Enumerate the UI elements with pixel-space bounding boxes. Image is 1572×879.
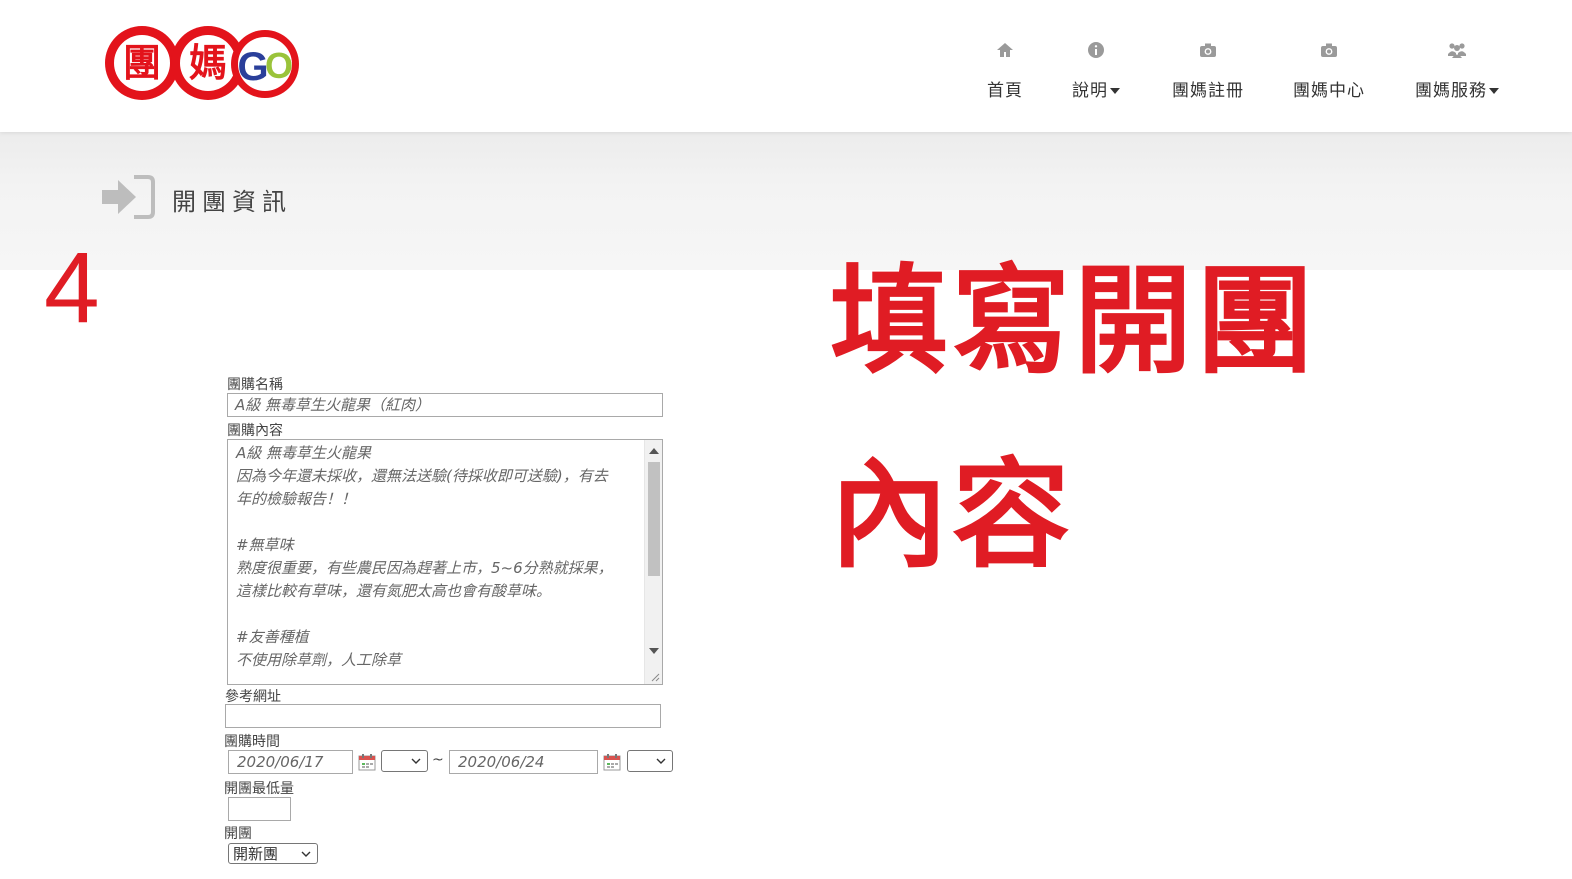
content-line: 因為今年還未採收，還無法送驗(待採收即可送驗)，有去 [236, 467, 608, 485]
logo[interactable]: 團 媽 G O [103, 24, 303, 102]
start-date-input[interactable]: 2020/06/17 [228, 750, 353, 774]
caret-down-icon [1489, 88, 1499, 94]
group-name-label: 團購名稱 [227, 377, 283, 393]
site-header: 團 媽 G O 首頁 說明 團媽註冊 團媽中心 團媽服務 [0, 0, 1572, 132]
nav-item-help[interactable]: 說明 [1072, 40, 1120, 101]
content-line: 年的檢驗報告！！ [236, 490, 357, 508]
users-icon [1448, 43, 1466, 58]
minimum-quantity-input[interactable] [228, 797, 291, 821]
nav-item-services[interactable]: 團媽服務 [1415, 40, 1499, 101]
group-content-textarea[interactable]: A級 無毒草生火龍果 因為今年還未採收，還無法送驗(待採收即可送驗)，有去 年的… [227, 439, 663, 685]
open-group-value: 開新團 [233, 845, 279, 863]
reference-url-input[interactable] [225, 704, 661, 728]
nav-label: 團媽中心 [1293, 81, 1365, 101]
nav-item-register[interactable]: 團媽註冊 [1172, 40, 1244, 101]
chevron-down-icon [656, 758, 666, 764]
group-content-label: 團購內容 [227, 423, 283, 439]
chevron-down-icon [411, 758, 421, 764]
home-icon [997, 43, 1013, 57]
group-time-label: 團購時間 [224, 734, 280, 750]
nav-label: 團媽註冊 [1172, 81, 1244, 101]
open-group-select[interactable]: 開新團 [228, 843, 318, 864]
sign-in-icon [102, 175, 155, 219]
scroll-thumb[interactable] [648, 462, 660, 576]
annotation-line-1: 填寫開團 [830, 252, 1319, 390]
camera-icon [1200, 43, 1216, 57]
nav-label: 首頁 [987, 81, 1023, 101]
resize-grip-icon[interactable] [650, 672, 660, 682]
content-line [236, 603, 636, 626]
content-lines: A級 無毒草生火龍果 因為今年還未採收，還無法送驗(待採收即可送驗)，有去 年的… [236, 442, 636, 672]
textarea-scrollbar[interactable] [644, 440, 662, 684]
step-number-annotation: 4 [44, 232, 100, 344]
content-line: A級 無毒草生火龍果 [236, 444, 372, 462]
info-icon [1088, 42, 1104, 58]
open-group-label: 開團 [224, 826, 252, 842]
group-name-value: A級 無毒草生火龍果（紅肉） [235, 396, 431, 414]
svg-text:媽: 媽 [189, 41, 227, 85]
content-line: 熟度很重要，有些農民因為趕著上市，5~6分熟就採果， [236, 559, 613, 577]
scroll-down-arrow-icon[interactable] [649, 648, 659, 654]
calendar-icon[interactable] [357, 752, 377, 772]
content-line: 這樣比較有草味，還有氮肥太高也會有酸草味。 [236, 582, 552, 600]
content-line: #無草味 [236, 536, 294, 554]
content-line [236, 511, 636, 534]
svg-text:O: O [265, 45, 293, 86]
date-range-separator: ~ [432, 752, 444, 768]
page-title: 開團資訊 [172, 188, 292, 216]
chevron-down-icon [301, 851, 311, 857]
nav-item-center[interactable]: 團媽中心 [1293, 40, 1365, 101]
start-date-value: 2020/06/17 [237, 753, 324, 771]
nav-label: 團媽服務 [1415, 81, 1487, 101]
end-date-value: 2020/06/24 [458, 753, 545, 771]
nav-label: 說明 [1072, 81, 1108, 101]
content-line: 不使用除草劑，人工除草 [236, 651, 402, 669]
group-name-input[interactable]: A級 無毒草生火龍果（紅肉） [227, 393, 663, 417]
svg-text:G: G [237, 45, 268, 89]
start-time-select[interactable] [381, 750, 428, 772]
end-time-select[interactable] [627, 750, 673, 772]
reference-url-label: 參考網址 [225, 689, 281, 705]
page-banner: 開團資訊 [0, 132, 1572, 270]
end-date-input[interactable]: 2020/06/24 [449, 750, 598, 774]
nav-item-home[interactable]: 首頁 [987, 40, 1023, 101]
caret-down-icon [1110, 88, 1120, 94]
scroll-up-arrow-icon[interactable] [649, 448, 659, 454]
svg-text:團: 團 [123, 41, 161, 85]
annotation-line-2: 內容 [830, 446, 1075, 584]
calendar-icon[interactable] [602, 752, 622, 772]
content-line: #友善種植 [236, 628, 309, 646]
minimum-quantity-label: 開團最低量 [224, 781, 294, 797]
camera-icon [1321, 43, 1337, 57]
